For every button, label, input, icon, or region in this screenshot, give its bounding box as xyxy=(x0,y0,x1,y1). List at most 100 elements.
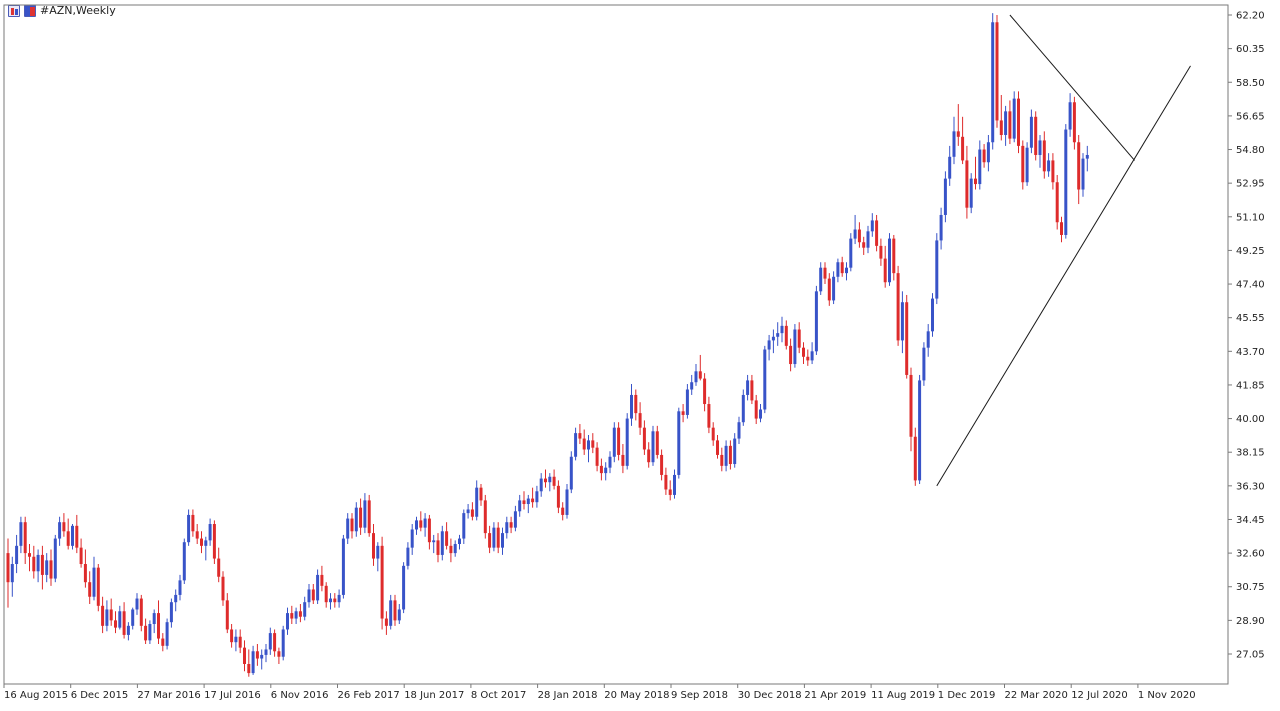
candle-body xyxy=(122,611,126,635)
trendline[interactable] xyxy=(936,65,1191,487)
candle-body xyxy=(23,522,27,554)
candle xyxy=(853,214,857,245)
candle-body xyxy=(685,389,689,415)
candle-body xyxy=(58,522,62,539)
candle-body xyxy=(870,220,874,232)
candle-body xyxy=(728,445,732,465)
x-tick-label: 20 May 2018 xyxy=(604,690,669,701)
candle-body xyxy=(466,509,470,514)
candle-body xyxy=(496,527,500,548)
candle xyxy=(122,602,126,639)
y-tick-label: 45.55 xyxy=(1236,313,1265,324)
candle-body xyxy=(376,545,380,559)
candle-body xyxy=(797,329,801,348)
candle-body xyxy=(582,438,586,450)
candle-body xyxy=(578,433,582,439)
candle-body xyxy=(552,476,556,486)
candle xyxy=(522,491,526,510)
candle xyxy=(225,593,229,634)
candle xyxy=(827,273,831,306)
candle xyxy=(380,536,384,630)
candle-body xyxy=(1055,182,1059,223)
candle xyxy=(10,556,14,597)
candle-body xyxy=(531,498,535,503)
y-tick-label: 54.80 xyxy=(1236,145,1265,156)
candle xyxy=(165,618,169,650)
candle xyxy=(445,522,449,550)
candle-body xyxy=(49,560,53,579)
candle xyxy=(260,649,264,670)
trendline[interactable] xyxy=(1009,14,1135,161)
candle-body xyxy=(449,545,453,554)
candle-body xyxy=(995,22,999,121)
candle-body xyxy=(92,567,96,597)
candle xyxy=(251,645,255,675)
candle xyxy=(759,404,762,423)
candle-body xyxy=(148,624,152,641)
candle xyxy=(1029,109,1033,154)
candle xyxy=(694,364,698,386)
candle xyxy=(771,329,775,354)
y-tick-label: 62.20 xyxy=(1236,11,1265,22)
chart-window[interactable]: #AZN,Weekly 62.20 60.35 58.50 56.65 54.80 52.… xyxy=(0,0,1280,711)
candle xyxy=(316,569,320,605)
candle-body xyxy=(423,518,427,528)
candle-body xyxy=(114,620,117,628)
candle-body xyxy=(470,509,474,517)
candle xyxy=(698,354,702,381)
candle xyxy=(591,433,595,454)
candle-body xyxy=(208,524,212,541)
y-tick-label: 56.65 xyxy=(1236,111,1265,122)
candle xyxy=(1077,134,1081,205)
candle xyxy=(423,513,427,537)
candle-body xyxy=(75,525,79,548)
candle-body xyxy=(698,371,702,379)
candle xyxy=(909,367,913,452)
candle xyxy=(806,349,810,366)
x-tick-label: 27 Mar 2016 xyxy=(137,690,200,701)
candle-body xyxy=(681,411,685,415)
candle xyxy=(900,291,904,354)
candle-body xyxy=(135,598,139,610)
candle-body xyxy=(900,302,904,341)
candle-body xyxy=(406,547,410,566)
candle-body xyxy=(814,291,818,352)
candle-body xyxy=(746,380,750,395)
candle xyxy=(651,425,655,466)
candle xyxy=(92,556,96,601)
candle xyxy=(634,389,638,421)
candle xyxy=(135,593,139,615)
x-tick-label: 11 Aug 2019 xyxy=(871,690,935,701)
candle xyxy=(802,342,805,365)
candle-body xyxy=(509,522,513,528)
candle xyxy=(926,324,930,357)
trendlines-layer[interactable] xyxy=(936,14,1191,487)
candle-body xyxy=(720,454,724,466)
candle xyxy=(372,524,375,566)
candle-body xyxy=(298,611,302,617)
candle xyxy=(337,589,341,608)
candle-body xyxy=(724,445,728,466)
candle-body xyxy=(445,531,449,546)
candle-body xyxy=(952,131,956,157)
candle-body xyxy=(849,238,853,268)
candle-body xyxy=(247,663,251,674)
y-tick-label: 60.35 xyxy=(1236,44,1265,55)
y-tick-label: 30.75 xyxy=(1236,582,1265,593)
candle-body xyxy=(204,540,208,546)
candle xyxy=(32,545,36,579)
candle xyxy=(836,258,840,283)
candle xyxy=(440,525,444,561)
candle-body xyxy=(621,454,625,466)
price-axis[interactable]: 62.20 60.35 58.50 56.65 54.80 52.95 51.10 49.25… xyxy=(1228,11,1265,661)
candle xyxy=(561,502,565,521)
time-axis[interactable]: 16 Aug 2015 6 Dec 2015 27 Mar 2016 17 Jul 2… xyxy=(3,684,1196,701)
price-chart[interactable]: 62.20 60.35 58.50 56.65 54.80 52.95 51.10 49.25… xyxy=(0,0,1280,711)
candle-body xyxy=(277,651,281,657)
candle xyxy=(664,467,668,495)
candle-body xyxy=(991,22,995,143)
candle-body xyxy=(1017,98,1020,146)
candle-body xyxy=(544,478,547,483)
candle-body xyxy=(294,611,298,619)
x-tick-label: 18 Jun 2017 xyxy=(404,690,464,701)
